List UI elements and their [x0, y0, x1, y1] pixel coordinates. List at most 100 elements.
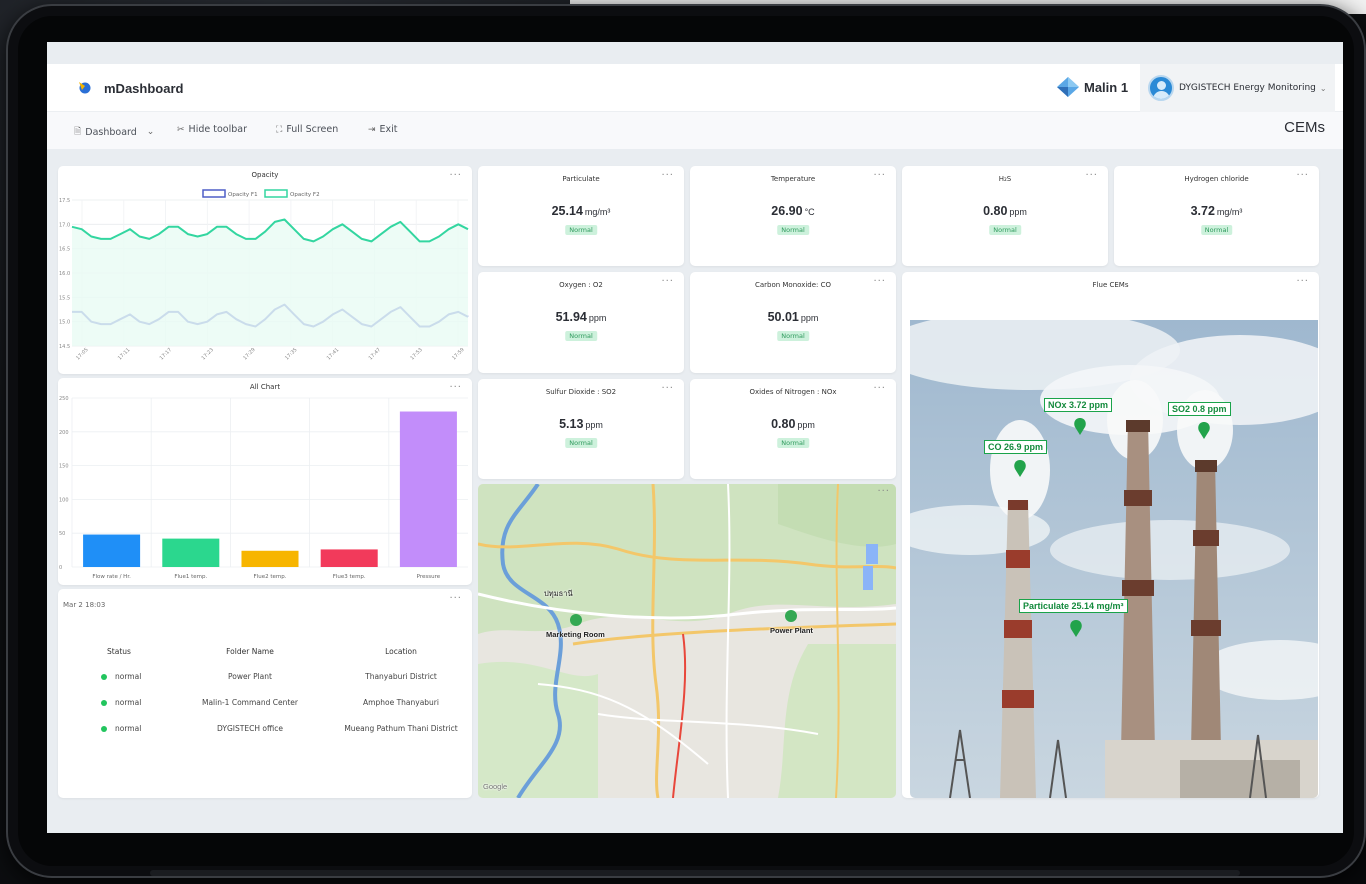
- so2-label[interactable]: SO2 0.8 ppm: [1168, 402, 1231, 416]
- x-tick-label: 17:29: [242, 347, 256, 361]
- exit-button[interactable]: ⇥ Exit: [368, 124, 398, 135]
- tablet-edge: [150, 870, 1240, 876]
- status-cell: normal: [74, 689, 164, 715]
- card-menu-icon[interactable]: ···: [1296, 276, 1309, 287]
- card-menu-icon[interactable]: ···: [449, 593, 462, 604]
- metric-card-nitrogen-oxides[interactable]: Oxides of Nitrogen : NOx ··· 0.80 ppm Nor…: [690, 379, 896, 479]
- card-menu-icon[interactable]: ···: [661, 276, 674, 287]
- malin-name[interactable]: Malin 1: [1084, 80, 1128, 95]
- card-menu-icon[interactable]: ···: [661, 383, 674, 394]
- full-screen-button[interactable]: ⛶ Full Screen: [276, 124, 338, 135]
- metric-number: 26.90: [771, 204, 803, 218]
- card-menu-icon[interactable]: ···: [1296, 170, 1309, 181]
- x-tick-label: 17:11: [117, 347, 131, 361]
- mdashboard-logo-icon[interactable]: [77, 80, 91, 94]
- dashboard-menu-button[interactable]: 🗎 Dashboard ⌄: [74, 124, 154, 140]
- app-header: mDashboard Malin 1 DYGISTECH Energy Moni…: [47, 64, 1343, 112]
- map-marker-power-plant[interactable]: Power Plant: [770, 626, 813, 635]
- table-row[interactable]: normal DYGISTECH office Mueang Pathum Th…: [74, 715, 466, 741]
- card-menu-icon[interactable]: ···: [877, 486, 890, 497]
- metric-card-particulate[interactable]: Particulate ··· 25.14 mg/m³ Normal: [478, 166, 684, 266]
- org-switcher[interactable]: DYGISTECH Energy Monitoring ⌄: [1140, 64, 1335, 112]
- metric-title: Temperature: [770, 175, 816, 183]
- metric-unit: mg/m³: [584, 207, 611, 217]
- flue-title: Flue CEMs: [1092, 281, 1129, 289]
- chevron-down-icon: ⌄: [146, 127, 155, 137]
- toolbar: 🗎 Dashboard ⌄ ✂ Hide toolbar ⛶ Full Scre…: [47, 112, 1343, 149]
- metric-card-hydrogen-chloride[interactable]: Hydrogen chloride ··· 3.72 mg/m³ Normal: [1114, 166, 1319, 266]
- metric-card-sulfur-dioxide[interactable]: Sulfur Dioxide : SO2 ··· 5.13 ppm Normal: [478, 379, 684, 479]
- y-tick-label: 200: [59, 430, 69, 436]
- table-header-row: Status Folder Name Location: [74, 639, 466, 663]
- y-tick-label: 100: [59, 497, 69, 503]
- metric-unit: ppm: [585, 420, 603, 430]
- card-menu-icon[interactable]: ···: [1085, 170, 1098, 181]
- metric-title: Hydrogen chloride: [1184, 175, 1249, 183]
- metric-value: 0.80 ppm: [902, 204, 1108, 218]
- column-header: Location: [385, 646, 417, 656]
- table-row[interactable]: normal Power Plant Thanyaburi District: [74, 663, 466, 689]
- metric-value: 50.01 ppm: [690, 310, 896, 324]
- column-header: Folder Name: [226, 646, 274, 656]
- metric-unit: ppm: [588, 313, 607, 323]
- x-tick-label: Flue1 temp.: [174, 574, 207, 580]
- column-header: Status: [107, 646, 131, 656]
- expand-icon: ⛶: [276, 124, 283, 135]
- y-tick-label: 17.5: [59, 198, 70, 204]
- card-menu-icon[interactable]: ···: [873, 276, 886, 287]
- status-badge: Normal: [989, 225, 1021, 235]
- metric-title: Oxygen : O2: [559, 281, 603, 289]
- card-menu-icon[interactable]: ···: [661, 170, 674, 181]
- x-tick-label: 17:23: [201, 347, 215, 361]
- flue-stack-image: NOx 3.72 ppm SO2 0.8 ppm CO 26.9 ppm Par…: [910, 320, 1318, 798]
- x-tick-label: 17:35: [284, 347, 298, 361]
- map-city-label: ปทุมธานี: [544, 589, 573, 598]
- folder-cell: Malin-1 Command Center: [201, 697, 299, 707]
- status-dot-icon: [101, 699, 107, 706]
- y-tick-label: 50: [59, 531, 65, 537]
- all-bar-chart: 250 200 150 100 50 0 Flow rate / Hr. Flue1 temp…: [59, 396, 468, 580]
- metric-number: 25.14: [551, 204, 583, 218]
- location-cell: Amphoe Thanyaburi: [363, 697, 439, 707]
- hide-toolbar-button[interactable]: ✂ Hide toolbar: [177, 124, 247, 135]
- metric-card-h2s[interactable]: H₂S ··· 0.80 ppm Normal: [902, 166, 1108, 266]
- bar-pressure: [399, 411, 457, 567]
- status-text: normal: [115, 723, 142, 733]
- particulate-label[interactable]: Particulate 25.14 mg/m³: [1019, 599, 1128, 613]
- page-title: CEMs: [1284, 119, 1325, 136]
- x-tick-label: Pressure: [417, 574, 441, 580]
- full-screen-label: Full Screen: [286, 124, 339, 135]
- metric-card-temperature[interactable]: Temperature ··· 26.90 °C Normal: [690, 166, 896, 266]
- status-dot-icon: [101, 725, 107, 732]
- status-badge: Normal: [777, 438, 809, 448]
- y-tick-label: 0: [59, 565, 62, 571]
- bar-flue3-temp-: [320, 549, 378, 567]
- status-badge: Normal: [565, 438, 597, 448]
- metric-number: 50.01: [767, 310, 799, 324]
- avatar[interactable]: [1148, 75, 1174, 101]
- status-table: Status Folder Name Location normal Power…: [74, 639, 466, 741]
- co-label[interactable]: CO 26.9 ppm: [984, 440, 1048, 454]
- table-row[interactable]: normal Malin-1 Command Center Amphoe Tha…: [74, 689, 466, 715]
- metric-number: 51.94: [555, 310, 587, 324]
- card-menu-icon[interactable]: ···: [873, 383, 886, 394]
- location-map[interactable]: Marketing Room Power Plant ปทุมธานี Goog…: [478, 484, 896, 798]
- status-table-card: Mar 2 18:03 ··· Status Folder Name Locat…: [58, 589, 472, 798]
- x-tick-label: 17:59: [451, 347, 465, 361]
- metric-card-oxygen[interactable]: Oxygen : O2 ··· 51.94 ppm Normal: [478, 272, 684, 373]
- metric-card-carbon-monoxide[interactable]: Carbon Monoxide: CO ··· 50.01 ppm Normal: [690, 272, 896, 373]
- y-tick-label: 16.0: [59, 271, 70, 277]
- map-marker-marketing-room[interactable]: Marketing Room: [546, 630, 605, 639]
- y-tick-label: 15.0: [59, 320, 70, 326]
- metric-number: 5.13: [559, 417, 584, 431]
- card-menu-icon[interactable]: ···: [873, 170, 886, 181]
- metric-value: 26.90 °C: [690, 204, 896, 218]
- y-tick-label: 250: [59, 396, 69, 402]
- brand-name[interactable]: mDashboard: [104, 81, 183, 96]
- nox-label[interactable]: NOx 3.72 ppm: [1044, 398, 1113, 412]
- status-cell: normal: [74, 715, 164, 741]
- metric-number: 0.80: [771, 417, 796, 431]
- metric-title: Sulfur Dioxide : SO2: [545, 388, 617, 396]
- all-chart-card: All Chart ··· 250 200 150 100 50 0 Flow rate /…: [58, 378, 472, 585]
- bar-flue2-temp-: [241, 550, 299, 567]
